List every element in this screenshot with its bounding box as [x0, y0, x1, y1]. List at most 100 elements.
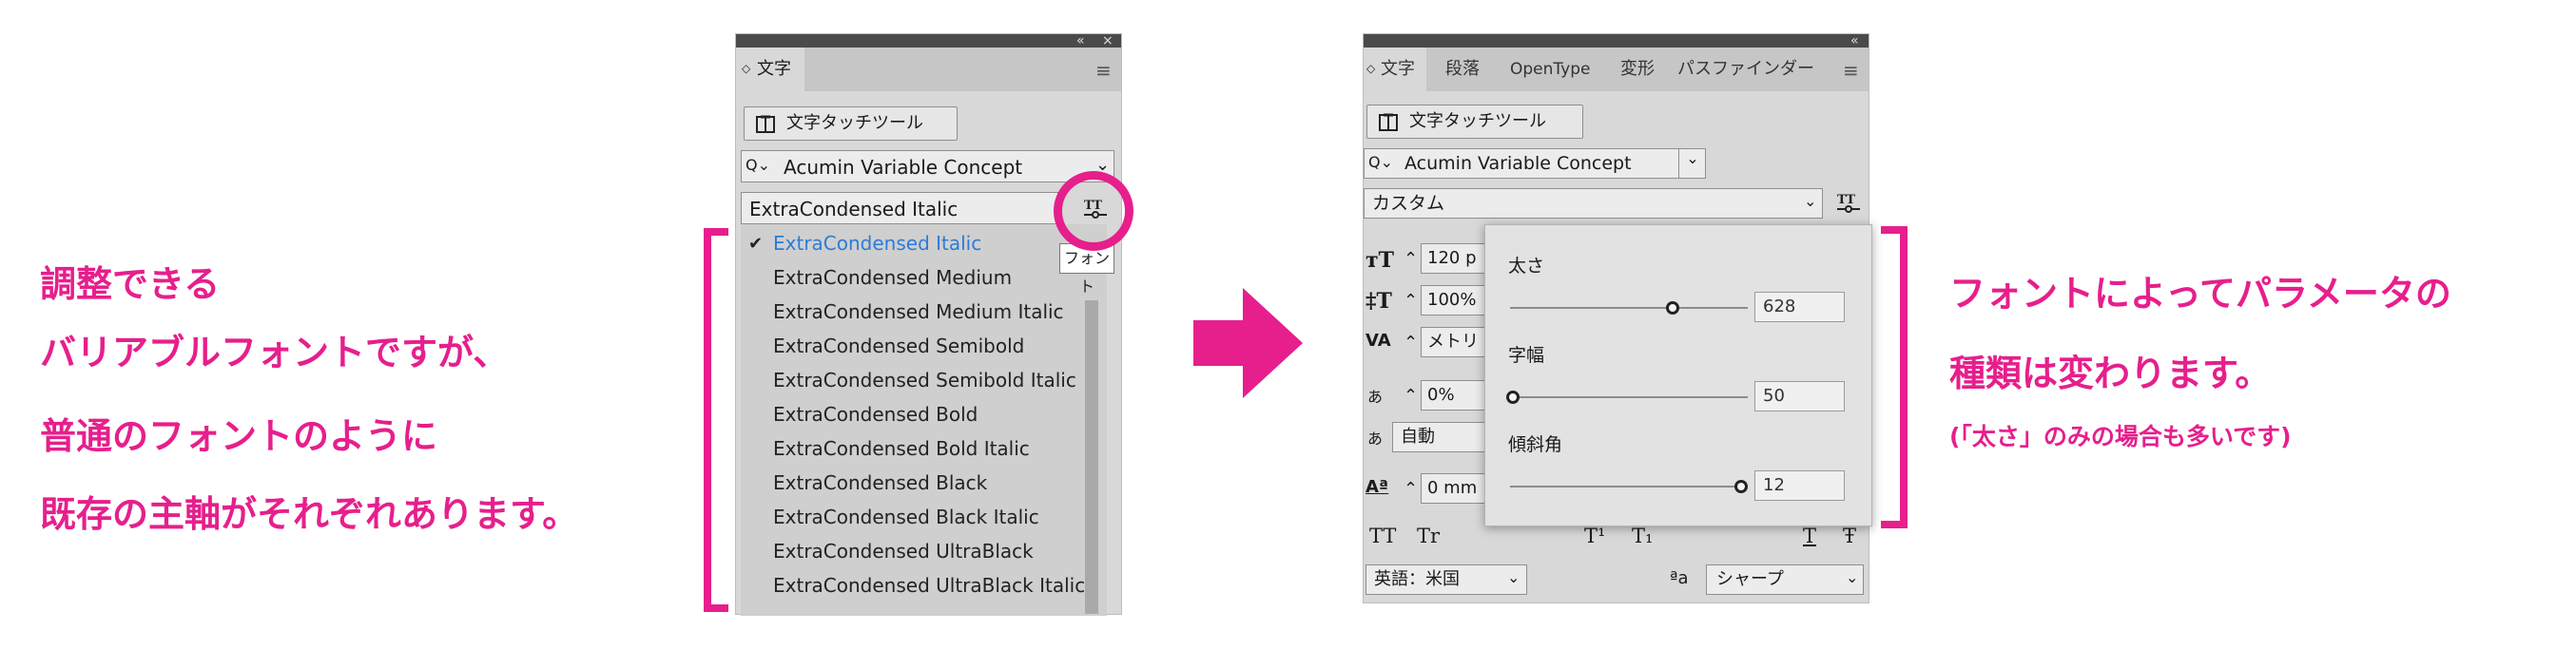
left-annotation-line-1: 調整できる — [40, 263, 221, 305]
width-axis-label: 字幅 — [1508, 345, 1545, 366]
right-annotation-line-1: フォントによってパラメータの — [1949, 273, 2451, 315]
tsume-field[interactable]: 0% — [1421, 380, 1487, 411]
style-item[interactable]: ExtraCondensed Semibold Italic — [773, 369, 1076, 392]
aki-field[interactable]: 自動 — [1392, 422, 1487, 452]
strikethrough-button[interactable]: Ŧ — [1843, 525, 1856, 547]
superscript-button[interactable]: T¹ — [1584, 525, 1605, 547]
stepper-icon[interactable]: ⌃ — [1404, 386, 1418, 406]
right-annotation-line-2: 種類は変わります。 — [1949, 353, 2272, 394]
chevron-down-icon[interactable]: ⌄ — [1846, 568, 1858, 586]
collapse-icon[interactable]: « — [1850, 34, 1859, 48]
font-family-field[interactable]: Q⌄ Acumin Variable Concept ⌄ — [1364, 148, 1706, 179]
width-slider[interactable] — [1510, 396, 1748, 398]
font-size-field[interactable]: 120 p — [1421, 243, 1487, 274]
stepper-icon[interactable]: ⌃ — [1404, 291, 1418, 311]
weight-axis-label: 太さ — [1508, 256, 1545, 277]
font-style-field[interactable]: ExtraCondensed Italic — [741, 192, 1058, 224]
style-item[interactable]: ExtraCondensed UltraBlack — [773, 540, 1034, 563]
style-item[interactable]: ExtraCondensed Medium Italic — [773, 300, 1064, 323]
tab-character-label: 文字 — [757, 59, 791, 79]
leading-field[interactable]: 100% — [1421, 285, 1487, 315]
slant-value-field[interactable]: 12 — [1754, 470, 1845, 501]
panel-title-bar[interactable] — [1364, 34, 1869, 48]
baseline-shift-field[interactable]: 0 mm — [1421, 473, 1487, 504]
font-style-dropdown: ✔ ExtraCondensed Italic ExtraCondensed M… — [741, 224, 1107, 616]
style-item[interactable]: ExtraCondensed Bold — [773, 403, 978, 426]
small-caps-button[interactable]: Tr — [1417, 525, 1440, 547]
font-family-value: Acumin Variable Concept — [1404, 153, 1632, 174]
chevron-down-icon[interactable]: ⌄ — [1678, 149, 1706, 178]
style-item[interactable]: ExtraCondensed Black Italic — [773, 506, 1039, 528]
tab-character[interactable]: ◇ 文字 — [1364, 48, 1426, 91]
slant-slider[interactable] — [1510, 486, 1748, 488]
left-annotation-line-2: バリアブルフォントですが、 — [40, 332, 510, 373]
dropdown-scrollbar[interactable] — [1085, 300, 1098, 614]
style-item[interactable]: ExtraCondensed Italic — [773, 232, 981, 255]
font-family-field[interactable]: Q⌄ Acumin Variable Concept ⌄ — [741, 150, 1114, 182]
width-slider-knob[interactable] — [1506, 391, 1520, 404]
style-item[interactable]: ExtraCondensed Black — [773, 471, 987, 494]
tab-character-label: 文字 — [1381, 59, 1415, 79]
tab-transform[interactable]: 変形 — [1620, 48, 1655, 91]
tab-toggle-icon: ◇ — [1366, 62, 1376, 75]
panel-title-bar[interactable] — [736, 34, 1121, 48]
kerning-icon: VA — [1365, 331, 1391, 351]
stepper-icon[interactable]: ⌃ — [1404, 333, 1418, 353]
character-panel-left: « × ◇ 文字 ≡ 文字タッチツール Q⌄ Acumin Variable C… — [735, 33, 1122, 616]
tab-paragraph[interactable]: 段落 — [1445, 48, 1480, 91]
stepper-icon[interactable]: ⌃ — [1404, 479, 1418, 499]
tab-bar: ◇ 文字 段落 OpenType 変形 パスファインダー ≡ — [1364, 48, 1869, 91]
tab-toggle-icon: ◇ — [742, 62, 751, 75]
style-item[interactable]: ExtraCondensed Semibold — [773, 335, 1024, 357]
font-style-value: ExtraCondensed Italic — [749, 198, 959, 220]
leading-icon: ‡T — [1365, 289, 1392, 314]
tab-opentype[interactable]: OpenType — [1510, 48, 1590, 91]
collapse-icon[interactable]: « — [1076, 34, 1085, 48]
left-annotation-line-4: 既存の主軸がそれぞれあります。 — [40, 493, 579, 535]
language-select[interactable]: 英語：米国 ⌄ — [1365, 564, 1527, 595]
search-icon: Q⌄ — [1368, 153, 1393, 171]
baseline-shift-icon: Aª — [1365, 477, 1389, 497]
slant-slider-knob[interactable] — [1734, 480, 1748, 493]
font-style-field[interactable]: カスタム ⌄ — [1364, 188, 1823, 219]
chevron-down-icon[interactable]: ⌄ — [1804, 192, 1816, 210]
search-icon: Q⌄ — [746, 156, 770, 174]
font-family-value: Acumin Variable Concept — [784, 156, 1023, 179]
antialias-icon: ªa — [1670, 568, 1689, 588]
style-item[interactable]: ExtraCondensed Medium — [773, 266, 1012, 289]
subscript-button[interactable]: T₁ — [1632, 525, 1653, 547]
font-size-icon: ᴛT — [1365, 248, 1395, 273]
style-item[interactable]: ExtraCondensed Bold Italic — [773, 437, 1030, 460]
panel-menu-icon[interactable]: ≡ — [1095, 59, 1112, 82]
language-value: 英語：米国 — [1374, 569, 1460, 589]
style-item[interactable]: ExtraCondensed UltraBlack Italic — [773, 574, 1085, 597]
antialias-select[interactable]: シャープ ⌄ — [1706, 564, 1864, 595]
weight-slider-knob[interactable] — [1666, 301, 1679, 315]
left-bracket — [704, 228, 728, 612]
tsume-icon: あ — [1367, 388, 1384, 406]
touch-type-tool-label: 文字タッチツール — [1409, 111, 1546, 131]
right-annotation-note: (「太さ」のみの場合も多いです) — [1949, 423, 2292, 450]
underline-button[interactable]: T — [1803, 525, 1816, 547]
touch-type-tool-label: 文字タッチツール — [786, 113, 923, 133]
chevron-down-icon[interactable]: ⌄ — [1507, 568, 1520, 586]
stepper-icon[interactable]: ⌃ — [1404, 249, 1418, 269]
aki-icon: あ — [1367, 430, 1384, 448]
right-bracket — [1881, 226, 1908, 528]
variable-font-popup: 太さ 628 字幅 50 傾斜角 12 — [1484, 224, 1872, 526]
touch-type-tool-button[interactable]: 文字タッチツール — [744, 106, 958, 141]
font-style-value: カスタム — [1372, 193, 1445, 214]
kerning-field[interactable]: メトリ — [1421, 327, 1487, 357]
tab-pathfinder[interactable]: パスファインダー — [1677, 48, 1814, 91]
weight-value-field[interactable]: 628 — [1754, 292, 1845, 322]
width-value-field[interactable]: 50 — [1754, 381, 1845, 411]
all-caps-button[interactable]: TT — [1369, 525, 1396, 547]
weight-slider[interactable] — [1510, 307, 1748, 309]
panel-menu-icon[interactable]: ≡ — [1843, 59, 1859, 82]
close-icon[interactable]: × — [1102, 34, 1114, 48]
tab-character[interactable]: ◇ 文字 — [736, 48, 804, 91]
svg-text:TT: TT — [1837, 193, 1855, 207]
touch-type-tool-button[interactable]: 文字タッチツール — [1366, 105, 1583, 139]
variable-font-icon[interactable]: TT — [1835, 190, 1862, 217]
touch-type-icon — [1379, 113, 1398, 131]
